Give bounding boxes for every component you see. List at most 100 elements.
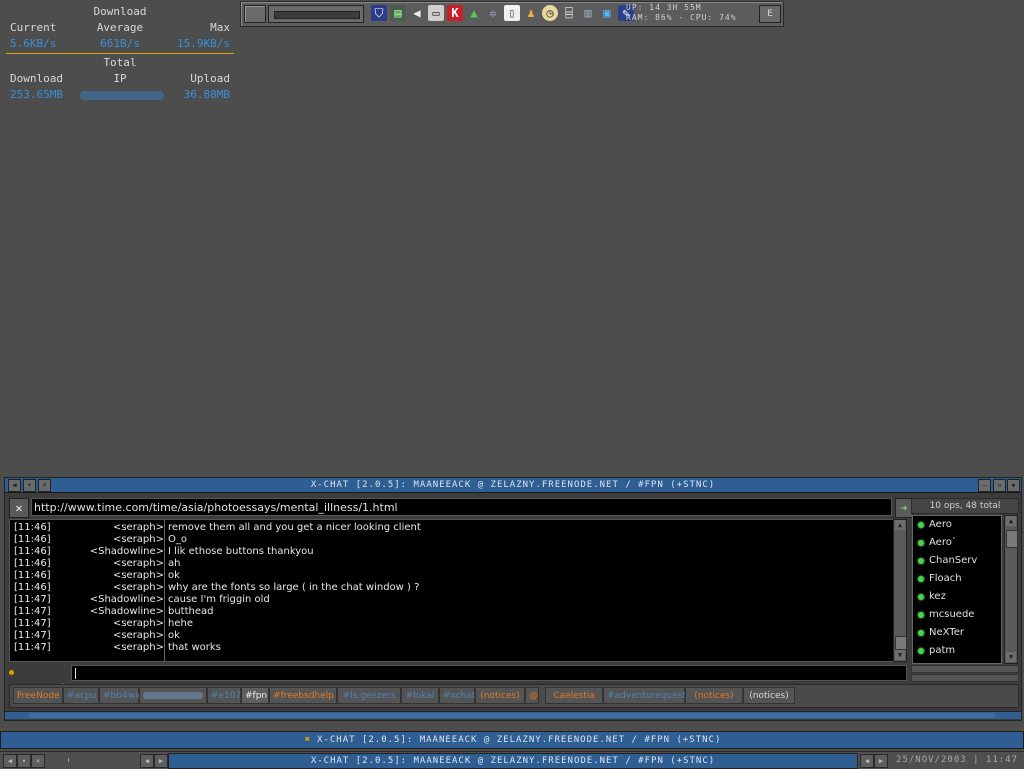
average-speed: 661B/s <box>100 37 140 50</box>
chat-nick[interactable]: <seraph> <box>54 630 164 642</box>
user-list-item[interactable]: patm <box>913 642 1001 660</box>
current-speed: 5.6KB/s <box>10 37 57 50</box>
chat-log[interactable]: [11:46] <seraph> remove them all and you g… <box>9 519 894 662</box>
eye-icon[interactable]: ▲ <box>466 5 482 21</box>
clock-icon[interactable]: ◷ <box>542 5 558 21</box>
chat-nick[interactable]: <seraph> <box>54 618 164 630</box>
network-icon[interactable]: ⌸ <box>561 5 577 21</box>
tab-fpn[interactable]: #fpn <box>241 687 269 704</box>
chat-nick[interactable]: <seraph> <box>54 570 164 582</box>
chat-nick[interactable]: <seraph> <box>54 534 164 546</box>
scroll-down-icon[interactable]: ▼ <box>1006 652 1016 662</box>
chat-nick[interactable]: <seraph> <box>54 522 164 534</box>
user-list-item[interactable]: NeXTer <box>913 624 1001 642</box>
tab-notices[interactable]: (notices) <box>685 687 743 704</box>
op-status-icon <box>918 576 924 582</box>
user-list-item[interactable]: Aero` <box>913 534 1001 552</box>
timestamp: [11:47] <box>14 606 51 617</box>
userlist-scrollbar[interactable]: ▲ ▼ <box>1004 515 1018 664</box>
user-list-item[interactable]: ChanServ <box>913 552 1001 570</box>
head-icon[interactable]: ♟ <box>523 5 539 21</box>
panel-slider[interactable] <box>268 5 364 23</box>
speaker-icon[interactable]: ◀ <box>409 5 425 21</box>
chat-message: that works <box>168 642 221 653</box>
tab-xchat[interactable]: #xchat <box>439 687 475 704</box>
tab-redacted[interactable] <box>139 687 207 704</box>
tab-bb4win[interactable]: #bb4win <box>99 687 143 704</box>
chat-nick[interactable]: <seraph> <box>54 558 164 570</box>
scroll-thumb[interactable] <box>1006 530 1018 548</box>
user-nick: Floach <box>929 573 962 584</box>
timestamp: [11:47] <box>14 594 51 605</box>
message-input[interactable] <box>71 665 907 681</box>
scroll-thumb[interactable] <box>895 636 907 650</box>
chat-message: why are the fonts so large ( in the chat… <box>168 582 420 593</box>
terminal-icon[interactable]: ▤ <box>390 5 406 21</box>
user-list[interactable]: Aero Aero` ChanServ Floach kez mcsuede NeXTer p… <box>912 515 1002 664</box>
taskbar-task[interactable]: ✖ X-CHAT [2.0.5]: MAANEEACK @ ZELAZNY.FRE… <box>1 732 1024 749</box>
arrow-left-icon[interactable]: ◀ <box>3 754 17 768</box>
user-list-item[interactable]: mcsuede <box>913 606 1001 624</box>
settings-icon[interactable]: ✲ <box>485 5 501 21</box>
op-status-icon <box>918 540 924 546</box>
document-icon[interactable]: ▯ <box>504 5 520 21</box>
user-list-item[interactable]: Floach <box>913 570 1001 588</box>
tab-lokal[interactable]: #lokal <box>401 687 439 704</box>
user-nick: patm <box>929 645 956 656</box>
chat-scrollbar[interactable]: ▲ ▼ <box>893 519 907 662</box>
chat-nick[interactable]: <Shadowline> <box>54 594 164 606</box>
tab-freenode[interactable]: FreeNode <box>13 687 63 704</box>
nick-button[interactable]: maaneeack <box>9 665 69 694</box>
tab-acpu[interactable]: #acpu <box>63 687 99 704</box>
window-close-icon[interactable]: ▪ <box>1007 479 1020 492</box>
scroll-down-icon[interactable]: ▼ <box>895 650 905 660</box>
chat-message: ok <box>168 570 180 581</box>
trash-icon[interactable]: ▥ <box>580 5 596 21</box>
taskbar-main: ✖ X-CHAT [2.0.5]: MAANEEACK @ ZELAZNY.FRE… <box>0 731 1024 749</box>
tab-notices[interactable]: (notices) <box>743 687 795 704</box>
panel-menu-button[interactable] <box>244 5 266 23</box>
e-button[interactable]: E <box>759 5 781 23</box>
topic-field[interactable]: http://www.time.com/time/asia/photoessay… <box>31 498 892 516</box>
close-tab-button[interactable]: ✕ <box>9 498 29 518</box>
arrow-down-icon[interactable]: ▾ <box>17 754 31 768</box>
tab-adventurequest[interactable]: #adventurequest <box>603 687 686 704</box>
chat-nick[interactable]: <seraph> <box>54 582 164 594</box>
ip-address-redacted <box>80 87 164 103</box>
user-list-item[interactable]: Aero <box>913 516 1001 534</box>
arrow-left-icon[interactable]: ◀ <box>140 754 154 768</box>
tab-freebsdhelp[interactable]: #freebsdhelp <box>269 687 337 704</box>
shield-icon[interactable]: ⛉ <box>371 5 387 21</box>
tab-caelestia[interactable]: Caelestia <box>545 687 603 704</box>
chat-nick[interactable]: <Shadowline> <box>54 606 164 618</box>
minimize-icon[interactable]: – <box>978 479 991 492</box>
taskbar-task-secondary[interactable]: X-CHAT [2.0.5]: MAANEEACK @ ZELAZNY.FREE… <box>168 753 858 769</box>
scroll-up-icon[interactable]: ▲ <box>1006 516 1016 526</box>
tab-lsgeezers[interactable]: #ls.geezers <box>337 687 401 704</box>
user-list-item[interactable]: kez <box>913 588 1001 606</box>
clock: 25/NOV/2003 | 11:47 <box>896 755 1018 765</box>
chat-line: [11:46] <seraph> ah <box>10 558 890 570</box>
scroll-up-icon[interactable]: ▲ <box>895 520 905 530</box>
system-stats: UP: 14 3H 55M RAM: 86% - CPU: 74% <box>626 3 751 25</box>
chat-nick[interactable]: <seraph> <box>54 642 164 654</box>
k-app-icon[interactable]: K <box>447 5 463 21</box>
launcher-icons: ⛉ ▤ ◀ ▭ K ▲ ✲ ▯ ♟ ◷ ⌸ ▥ ▣ ✎ <box>371 5 634 23</box>
uptime-text: UP: 14 3H 55M <box>626 3 702 12</box>
chat-nick[interactable]: <Shadowline> <box>54 546 164 558</box>
tab-e107[interactable]: #e107 <box>207 687 241 704</box>
current-label: Current <box>10 21 57 34</box>
text-caret <box>75 668 76 679</box>
tab-item[interactable]: @ <box>525 687 539 704</box>
network-monitor: Download Current Average Max 5.6KB/s 661… <box>0 4 240 103</box>
monitor-icon[interactable]: ▭ <box>428 5 444 21</box>
arrow-right-icon[interactable]: ▶ <box>154 754 168 768</box>
tab-notices[interactable]: (notices) <box>475 687 525 704</box>
window-titlebar[interactable]: ◀ ▾ ✕ X-CHAT [2.0.5]: MAANEEACK @ ZELAZN… <box>5 478 1021 493</box>
arrow-left-icon[interactable]: ◀ <box>860 754 874 768</box>
arrow-right-icon[interactable]: ▶ <box>874 754 888 768</box>
maximize-icon[interactable]: ▫ <box>993 479 1006 492</box>
close-icon[interactable]: ✕ <box>31 754 45 768</box>
computer-icon[interactable]: ▣ <box>599 5 615 21</box>
upload-label: Upload <box>190 72 230 85</box>
